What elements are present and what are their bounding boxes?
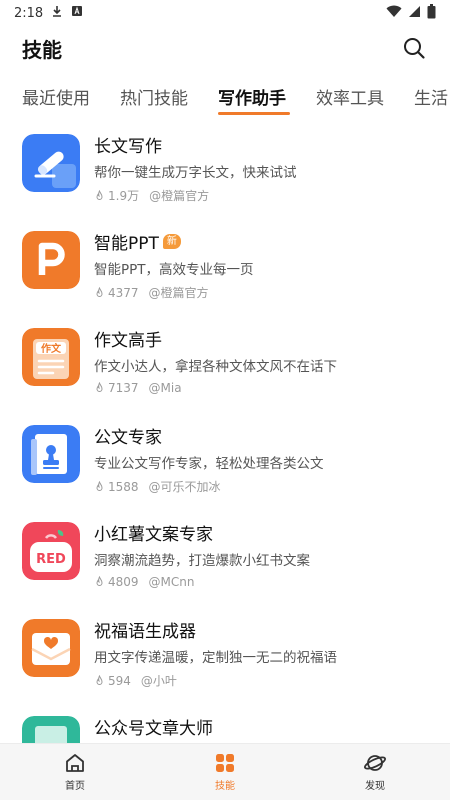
skill-description: 作文小达人，拿捏各种文体文风不在话下	[94, 359, 337, 375]
usage-count: 594	[108, 673, 131, 688]
search-icon	[404, 38, 425, 59]
usage-count: 4377	[108, 285, 139, 300]
header: 技能	[0, 26, 450, 70]
skill-meta: 7137 @Mia	[94, 381, 182, 395]
author[interactable]: @橙篇官方	[149, 187, 209, 204]
tab-efficiency-tools[interactable]: 效率工具	[316, 84, 384, 109]
skill-item-long-text[interactable]: 长文写作 帮你一键生成万字长文，快来试试 1.9万 @橙篇官方	[0, 128, 450, 225]
skill-description: 洞察潮流趋势，打造爆款小红书文案	[94, 553, 310, 569]
svg-text:RED: RED	[36, 552, 66, 567]
author[interactable]: @小叶	[141, 672, 177, 689]
author[interactable]: @橙篇官方	[149, 284, 209, 301]
tab-popular[interactable]: 热门技能	[120, 84, 188, 109]
new-badge: 新	[162, 234, 181, 249]
skill-item-official-doc[interactable]: 公文专家 专业公文写作专家，轻松处理各类公文 1588 @可乐不加冰	[0, 419, 450, 516]
flame-icon	[96, 480, 103, 491]
skill-meta: 4809 @MCnn	[94, 575, 195, 589]
search-button[interactable]	[400, 34, 428, 62]
tab-life[interactable]: 生活	[414, 84, 448, 109]
notification-a-icon	[71, 5, 83, 21]
tab-recent[interactable]: 最近使用	[22, 84, 90, 109]
nav-skills-label: 技能	[215, 781, 235, 792]
flame-icon	[96, 576, 103, 586]
nav-skills[interactable]: 技能	[150, 744, 300, 800]
skill-item-article-master[interactable]: 公众号文章大师	[0, 710, 450, 743]
greeting-card-icon	[22, 619, 80, 677]
tab-writing-assistant[interactable]: 写作助手	[218, 84, 286, 109]
usage-count: 1.9万	[108, 189, 140, 203]
nav-discover-label: 发现	[365, 781, 385, 792]
skill-item-red-copywriting[interactable]: RED 小红薯文案专家 洞察潮流趋势，打造爆款小红书文案 4809 @MCnn	[0, 516, 450, 613]
home-icon	[66, 754, 84, 772]
skill-title: 祝福语生成器	[94, 622, 196, 642]
svg-text:作文: 作文	[41, 342, 62, 355]
skill-meta: 594 @小叶	[94, 672, 177, 689]
active-tab-indicator	[218, 112, 290, 115]
skill-title: 公众号文章大师	[94, 719, 213, 739]
status-time: 2:18	[14, 5, 44, 21]
skill-meta: 1.9万 @橙篇官方	[94, 187, 209, 204]
skill-description: 专业公文写作专家，轻松处理各类公文	[94, 456, 324, 472]
skill-item-essay-master[interactable]: 作文 作文高手 作文小达人，拿捏各种文体文风不在话下 7137 @Mia	[0, 322, 450, 419]
usage-count: 7137	[108, 381, 139, 395]
planet-icon	[364, 755, 386, 771]
pen-icon	[22, 134, 80, 192]
skill-title: 作文高手	[94, 331, 162, 351]
page-title: 技能	[22, 37, 62, 62]
skill-list: 长文写作 帮你一键生成万字长文，快来试试 1.9万 @橙篇官方 智能PPT 新 智…	[0, 128, 450, 743]
skill-title: 小红薯文案专家	[94, 525, 213, 545]
article-icon	[22, 716, 80, 743]
flame-icon	[96, 189, 103, 200]
signal-icon	[408, 5, 421, 22]
usage-count: 1588	[108, 479, 139, 494]
nav-discover[interactable]: 发现	[300, 744, 450, 800]
essay-icon: 作文	[22, 328, 80, 386]
official-doc-icon	[22, 425, 80, 483]
flame-icon	[96, 674, 103, 685]
skill-meta: 4377 @橙篇官方	[94, 284, 209, 301]
battery-icon	[427, 3, 436, 23]
usage-count: 4809	[108, 575, 139, 589]
skills-grid-icon	[216, 754, 234, 772]
download-icon	[51, 5, 63, 21]
nav-home-label: 首页	[65, 781, 85, 792]
skill-meta: 1588 @可乐不加冰	[94, 478, 221, 495]
skill-title: 公文专家	[94, 428, 162, 448]
bottom-nav: 首页 技能 发现	[0, 743, 450, 800]
nav-home[interactable]: 首页	[0, 744, 150, 800]
author[interactable]: @Mia	[149, 381, 182, 395]
skill-title: 智能PPT 新	[94, 229, 181, 254]
red-bag-icon: RED	[22, 522, 80, 580]
flame-icon	[96, 382, 103, 392]
skill-item-smart-ppt[interactable]: 智能PPT 新 智能PPT，高效专业每一页 4377 @橙篇官方	[0, 225, 450, 322]
author[interactable]: @MCnn	[149, 575, 195, 589]
category-tabs: 最近使用 热门技能 写作助手 效率工具 生活	[0, 78, 450, 118]
flame-icon	[96, 286, 103, 297]
skill-title: 长文写作	[94, 137, 162, 157]
skill-description: 帮你一键生成万字长文，快来试试	[94, 165, 297, 181]
author[interactable]: @可乐不加冰	[149, 478, 221, 495]
ppt-icon	[22, 231, 80, 289]
skill-item-greeting-generator[interactable]: 祝福语生成器 用文字传递温暖，定制独一无二的祝福语 594 @小叶	[0, 613, 450, 710]
skill-description: 用文字传递温暖，定制独一无二的祝福语	[94, 650, 337, 666]
status-bar: 2:18	[0, 0, 450, 26]
skill-description: 智能PPT，高效专业每一页	[94, 262, 254, 278]
wifi-icon	[386, 5, 402, 22]
